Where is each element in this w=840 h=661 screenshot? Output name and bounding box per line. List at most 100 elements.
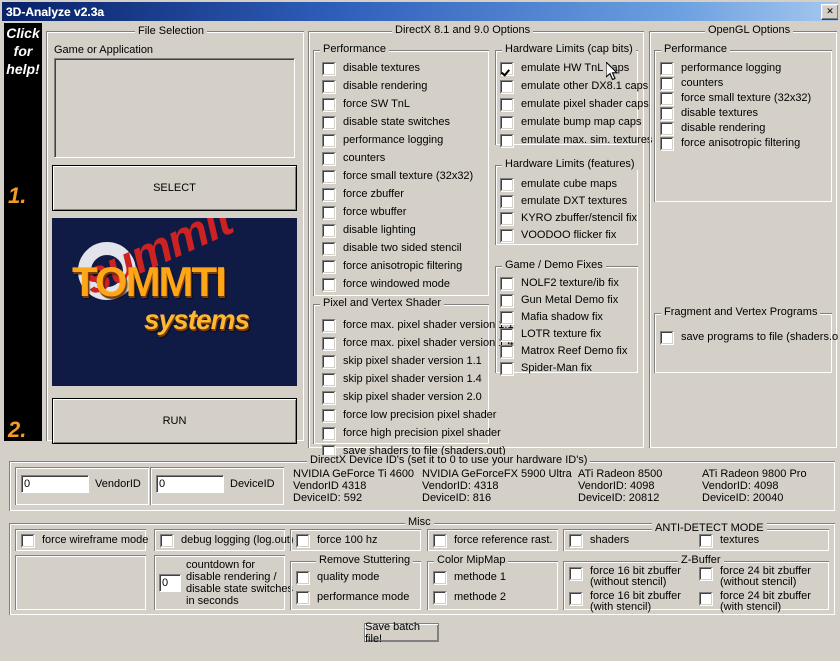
checkbox-dx-disable-lighting[interactable]: disable lighting (322, 223, 416, 238)
checkbox-gun-metal-demo-fix[interactable]: Gun Metal Demo fix (500, 293, 618, 308)
checkbox-box (500, 116, 514, 130)
checkbox-dx-disable-state-switches[interactable]: disable state switches (322, 115, 450, 130)
checkbox-dx-disable-rendering[interactable]: disable rendering (322, 79, 427, 94)
zbuffer-title: Z-Buffer (678, 555, 724, 566)
close-icon[interactable]: ✕ (821, 4, 839, 20)
checkbox-box (322, 337, 336, 351)
checkbox-force-high-precision-ps[interactable]: force high precision pixel shader (322, 426, 501, 441)
checkbox-dx-force-zbuffer[interactable]: force zbuffer (322, 187, 404, 202)
checkbox-methode-2[interactable]: methode 2 (433, 590, 506, 605)
fragment-vertex-programs-title: Fragment and Vertex Programs (661, 307, 820, 318)
checkbox-nolf2-fix[interactable]: NOLF2 texture/ib fix (500, 276, 619, 291)
checkbox-quality-mode[interactable]: quality mode (296, 570, 379, 585)
reference-card-vendor: VendorID: 4318 (422, 480, 498, 492)
checkbox-anti-detect-shaders[interactable]: shaders (569, 533, 629, 548)
vendor-id-input[interactable]: 0 (21, 475, 89, 493)
checkbox-emulate-bump-map-caps[interactable]: emulate bump map caps (500, 115, 641, 130)
checkbox-debug-logging[interactable]: debug logging (log.out) (160, 533, 294, 548)
checkbox-emulate-other-dx81-caps[interactable]: emulate other DX8.1 caps (500, 79, 648, 94)
checkbox-box (322, 355, 336, 369)
file-selection-title: File Selection (135, 26, 207, 37)
checkbox-gl-force-anisotropic-filtering[interactable]: force anisotropic filtering (660, 136, 800, 151)
checkbox-box (660, 107, 674, 121)
checkbox-dx-force-windowed-mode[interactable]: force windowed mode (322, 277, 450, 292)
checkbox-emulate-max-sim-textures[interactable]: emulate max. sim. textures (500, 133, 652, 148)
checkbox-label: disable textures (343, 61, 420, 75)
checkbox-emulate-dxt-textures[interactable]: emulate DXT textures (500, 194, 627, 209)
checkbox-dx-counters[interactable]: counters (322, 151, 385, 166)
checkbox-dx-force-sw-tnl[interactable]: force SW TnL (322, 97, 410, 112)
checkbox-dx-force-small-texture[interactable]: force small texture (32x32) (322, 169, 473, 184)
checkbox-dx-disable-textures[interactable]: disable textures (322, 61, 420, 76)
checkbox-dx-performance-logging[interactable]: performance logging (322, 133, 443, 148)
checkbox-label: VOODOO flicker fix (521, 228, 616, 242)
checkbox-force-24bit-zbuffer-without-stencil[interactable]: force 24 bit zbuffer (without stencil) (699, 566, 811, 588)
checkbox-voodoo-flicker-fix[interactable]: VOODOO flicker fix (500, 228, 616, 243)
checkbox-box (433, 571, 447, 585)
checkbox-dx-force-wbuffer[interactable]: force wbuffer (322, 205, 406, 220)
checkbox-box (660, 137, 674, 151)
checkbox-force-low-precision-ps[interactable]: force low precision pixel shader (322, 408, 496, 423)
checkbox-skip-ps-14[interactable]: skip pixel shader version 1.4 (322, 372, 482, 387)
checkbox-label: force 24 bit zbuffer (with stencil) (720, 591, 811, 613)
help-strip[interactable]: Click for help! 1. 2. (4, 23, 42, 441)
checkbox-performance-mode[interactable]: performance mode (296, 590, 409, 605)
checkbox-matrox-reef-demo-fix[interactable]: Matrox Reef Demo fix (500, 344, 627, 359)
checkbox-force-max-ps-11[interactable]: force max. pixel shader version 1.1 (322, 318, 514, 333)
select-button[interactable]: SELECT (52, 165, 297, 211)
checkbox-skip-ps-20[interactable]: skip pixel shader version 2.0 (322, 390, 482, 405)
checkbox-label: force 100 hz (317, 533, 378, 547)
help-line-1: Click (4, 26, 42, 41)
checkbox-label: force 16 bit zbuffer (with stencil) (590, 591, 681, 613)
checkbox-label: performance logging (681, 61, 781, 75)
checkbox-force-wireframe-mode[interactable]: force wireframe mode (21, 533, 148, 548)
checkbox-anti-detect-textures[interactable]: textures (699, 533, 759, 548)
checkbox-box (322, 134, 336, 148)
checkbox-gl-disable-textures[interactable]: disable textures (660, 106, 758, 121)
checkbox-emulate-hw-tnl-caps[interactable]: emulate HW TnL caps (500, 61, 629, 76)
checkbox-force-max-ps-14[interactable]: force max. pixel shader version 1.4 (322, 336, 514, 351)
checkbox-dx-disable-two-sided-stencil[interactable]: disable two sided stencil (322, 241, 462, 256)
checkbox-mafia-shadow-fix[interactable]: Mafia shadow fix (500, 310, 603, 325)
save-batch-file-button[interactable]: Save batch file! (364, 623, 439, 642)
countdown-label-line-3: disable state switches (186, 583, 293, 595)
checkbox-box (569, 534, 583, 548)
countdown-input[interactable]: 0 (159, 574, 181, 592)
checkbox-force-100hz[interactable]: force 100 hz (296, 533, 378, 548)
checkbox-emulate-pixel-shader-caps[interactable]: emulate pixel shader caps (500, 97, 649, 112)
checkbox-box (21, 534, 35, 548)
checkbox-force-reference-rast[interactable]: force reference rast. (433, 533, 552, 548)
checkbox-label: disable rendering (681, 121, 765, 135)
run-button[interactable]: RUN (52, 398, 297, 444)
game-or-application-label: Game or Application (54, 44, 153, 56)
checkbox-dx-force-anisotropic-filtering[interactable]: force anisotropic filtering (322, 259, 462, 274)
checkbox-kyro-zbuffer-stencil-fix[interactable]: KYRO zbuffer/stencil fix (500, 211, 637, 226)
checkbox-gl-disable-rendering[interactable]: disable rendering (660, 121, 765, 136)
checkbox-label-line-2: (with stencil) (590, 601, 651, 613)
checkbox-lotr-texture-fix[interactable]: LOTR texture fix (500, 327, 601, 342)
checkbox-methode-1[interactable]: methode 1 (433, 570, 506, 585)
checkbox-box (500, 212, 514, 226)
device-id-input[interactable]: 0 (156, 475, 224, 493)
checkbox-spider-man-fix[interactable]: Spider-Man fix (500, 361, 592, 376)
checkbox-force-16bit-zbuffer-with-stencil[interactable]: force 16 bit zbuffer (with stencil) (569, 591, 681, 613)
checkbox-skip-ps-11[interactable]: skip pixel shader version 1.1 (322, 354, 482, 369)
game-path-input[interactable] (54, 58, 295, 158)
countdown-label-line-4: in seconds (186, 595, 239, 607)
checkbox-gl-performance-logging[interactable]: performance logging (660, 61, 781, 76)
application-window: 3D-Analyze v2.3a ✕ Click for help! 1. 2.… (0, 0, 840, 661)
checkbox-box (500, 80, 514, 94)
checkbox-label: force max. pixel shader version 1.4 (343, 336, 514, 350)
checkbox-box (322, 98, 336, 112)
checkbox-label: force SW TnL (343, 97, 410, 111)
misc-empty-panel (15, 555, 146, 610)
checkbox-label: emulate pixel shader caps (521, 97, 649, 111)
checkbox-save-programs-to-file[interactable]: save programs to file (shaders.out) (660, 330, 840, 345)
checkbox-force-24bit-zbuffer-with-stencil[interactable]: force 24 bit zbuffer (with stencil) (699, 591, 811, 613)
checkbox-emulate-cube-maps[interactable]: emulate cube maps (500, 177, 617, 192)
checkbox-force-16bit-zbuffer-without-stencil[interactable]: force 16 bit zbuffer (without stencil) (569, 566, 681, 588)
checkbox-gl-force-small-texture[interactable]: force small texture (32x32) (660, 91, 811, 106)
pixel-vertex-shader-title: Pixel and Vertex Shader (320, 298, 444, 309)
checkbox-label: disable rendering (343, 79, 427, 93)
checkbox-gl-counters[interactable]: counters (660, 76, 723, 91)
